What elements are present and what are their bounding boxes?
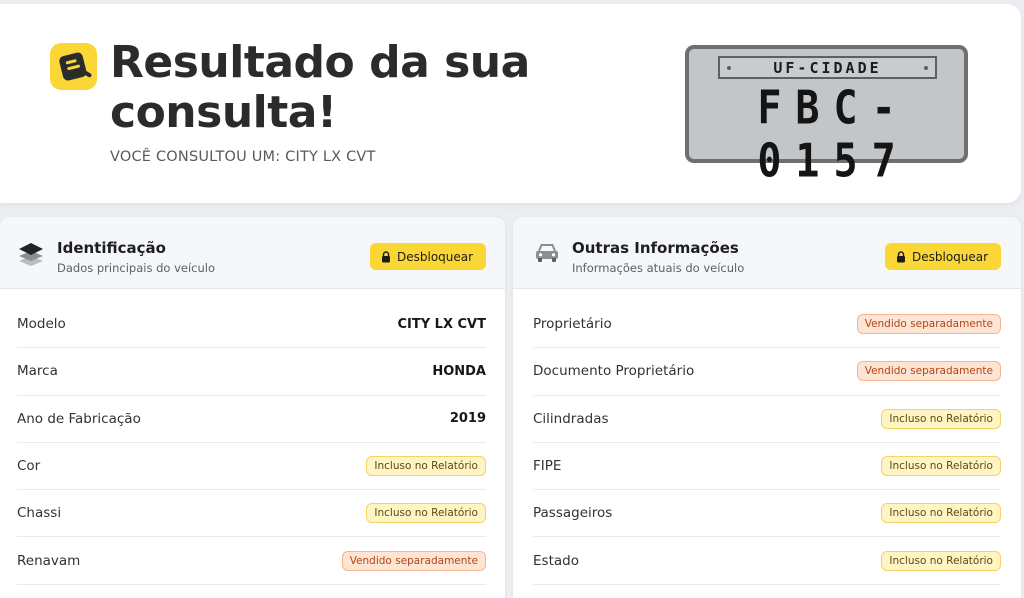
row-label: Marca: [17, 363, 58, 380]
row-label: Renavam: [17, 552, 81, 569]
row-value: CITY LX CVT: [397, 316, 487, 332]
identification-panel-header: Identificação Dados principais do veícul…: [0, 217, 505, 289]
sold-separately-badge: Vendido separadamente: [856, 361, 1001, 382]
sold-separately-badge: Vendido separadamente: [341, 550, 486, 571]
row-label: Cilindradas: [533, 410, 609, 427]
plate-number: FBC-0157: [757, 82, 910, 188]
plate-rivet: [924, 66, 928, 70]
panel-title: Identificação: [57, 239, 166, 257]
row-label: Ano de Fabricação: [17, 410, 141, 427]
layers-icon: [17, 241, 45, 271]
included-badge: Incluso no Relatório: [881, 550, 1001, 571]
row-label: Cor: [17, 458, 41, 475]
lock-icon: [897, 250, 905, 262]
lock-icon: [382, 250, 390, 262]
row-label: Estado: [533, 552, 579, 569]
included-badge: Incluso no Relatório: [881, 503, 1001, 524]
row-label: Passageiros: [533, 505, 613, 522]
info-row: Cor Incluso no Relatório: [17, 443, 486, 491]
plate-region-band: UF-CIDADE: [718, 56, 937, 79]
info-row: Passageiros Incluso no Relatório: [533, 490, 1001, 538]
search-car-logo-icon: [50, 43, 97, 90]
row-label: Modelo: [17, 316, 66, 333]
included-badge: Incluso no Relatório: [881, 408, 1001, 429]
panel-description: Dados principais do veículo: [57, 261, 216, 275]
consulted-vehicle-subtitle: VOCÊ CONSULTOU UM: CITY LX CVT: [110, 149, 376, 165]
sold-separately-badge: Vendido separadamente: [856, 314, 1001, 335]
info-row: Chassi Incluso no Relatório: [17, 490, 486, 538]
included-badge: Incluso no Relatório: [366, 503, 486, 524]
row-label: Documento Proprietário: [533, 363, 695, 380]
other-info-panel: Outras Informações Informações atuais do…: [513, 217, 1021, 598]
row-label: Proprietário: [533, 316, 612, 333]
other-info-rows: Proprietário Vendido separadamente Documen…: [533, 301, 1001, 585]
license-plate: UF-CIDADE FBC-0157: [685, 45, 968, 188]
plate-region: UF-CIDADE: [773, 59, 882, 77]
identification-rows: Modelo CITY LX CVT Marca HONDA Ano de Fabric…: [17, 301, 486, 585]
row-value: 2019: [449, 411, 486, 427]
row-label: FIPE: [533, 458, 562, 475]
info-row: Ano de Fabricação 2019: [17, 396, 486, 443]
unlock-button-label: Desbloquear: [397, 249, 474, 264]
page-title: Resultado da sua consulta!: [110, 37, 530, 138]
info-row: FIPE Incluso no Relatório: [533, 443, 1001, 491]
info-row: Estado Incluso no Relatório: [533, 537, 1001, 585]
car-icon: [534, 241, 560, 269]
info-row: Renavam Vendido separadamente: [17, 537, 486, 585]
panel-title: Outras Informações: [572, 239, 739, 257]
panel-description: Informações atuais do veículo: [572, 261, 745, 275]
info-row: Cilindradas Incluso no Relatório: [533, 396, 1001, 443]
unlock-button[interactable]: Desbloquear: [885, 243, 1001, 270]
identification-panel: Identificação Dados principais do veícul…: [0, 217, 505, 598]
info-row: Proprietário Vendido separadamente: [533, 301, 1001, 349]
info-row: Documento Proprietário Vendido separadame…: [533, 348, 1001, 396]
row-value: HONDA: [432, 363, 486, 379]
result-header: Resultado da sua consulta! VOCÊ CONSULTO…: [0, 4, 1021, 203]
row-label: Chassi: [17, 505, 62, 522]
info-row: Modelo CITY LX CVT: [17, 301, 487, 349]
unlock-button[interactable]: Desbloquear: [370, 243, 486, 270]
included-badge: Incluso no Relatório: [366, 456, 486, 477]
other-info-panel-header: Outras Informações Informações atuais do…: [513, 217, 1021, 289]
info-row: Marca HONDA: [17, 348, 486, 396]
included-badge: Incluso no Relatório: [881, 456, 1001, 477]
unlock-button-label: Desbloquear: [912, 249, 989, 264]
